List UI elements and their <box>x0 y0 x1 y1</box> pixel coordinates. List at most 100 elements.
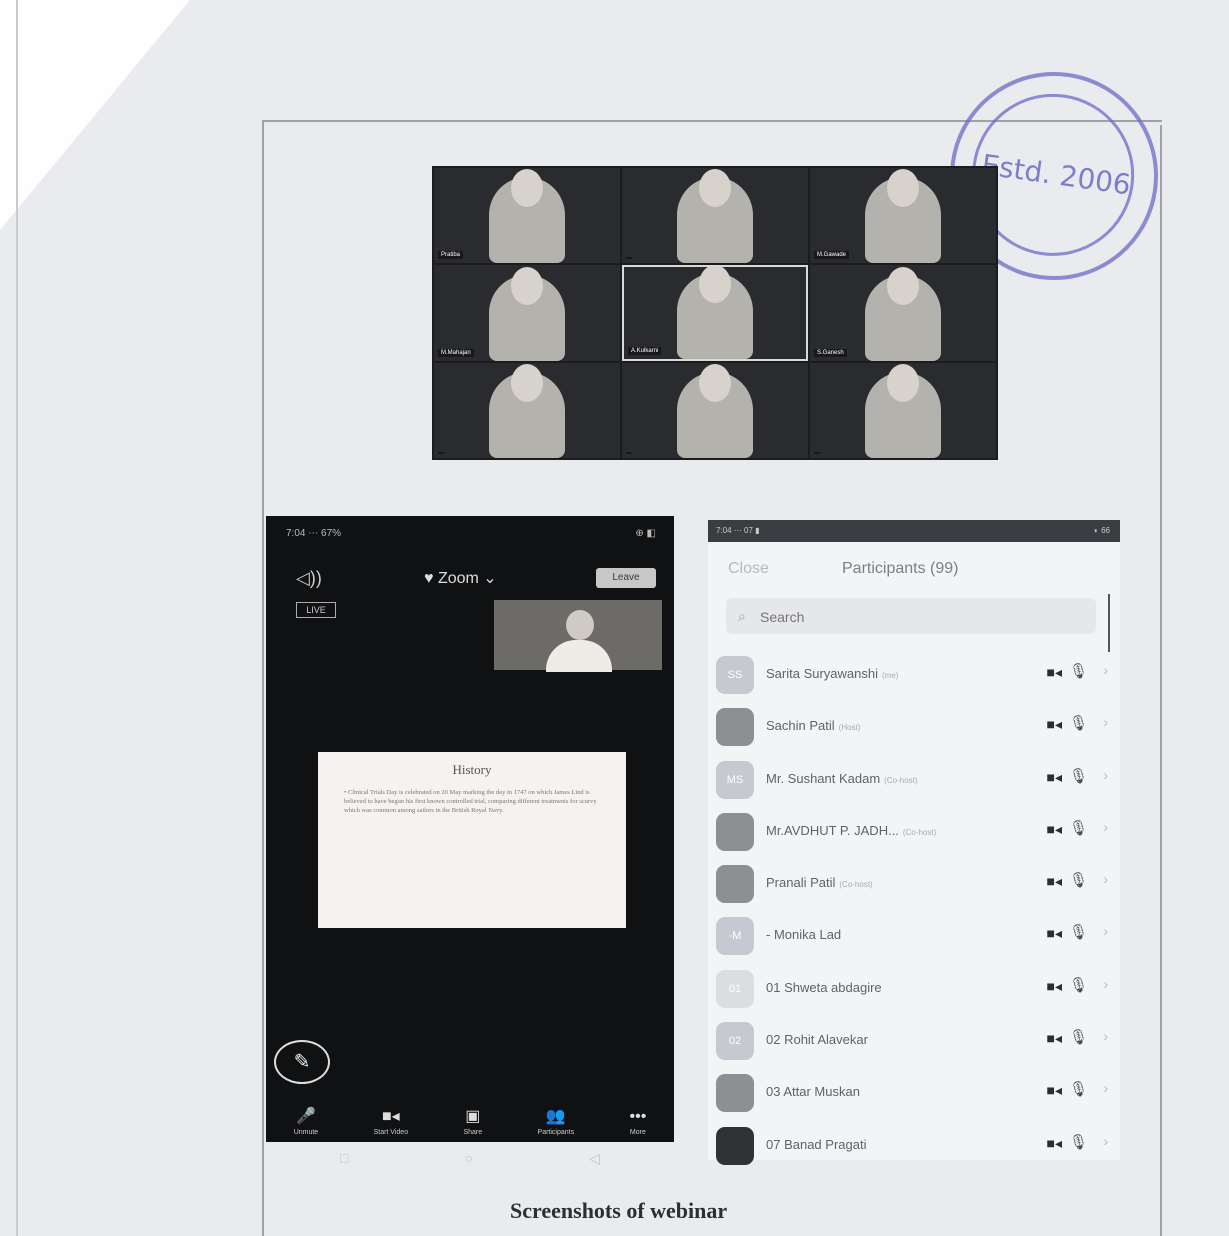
chevron-right-icon: › <box>1103 1132 1108 1149</box>
share-icon: ▣ <box>465 1108 481 1125</box>
avatar: 02 <box>716 1022 754 1061</box>
search-box[interactable]: ⌕ <box>726 598 1096 634</box>
video-tile-active: A.Kulkarni <box>622 265 808 361</box>
participant-row[interactable]: 07 Banad Pragati ■◂ 🎙 › <box>708 1119 1120 1171</box>
mic-muted-icon: 🎤 <box>295 1108 316 1125</box>
chevron-right-icon: › <box>1103 662 1108 678</box>
video-tile: S.Ganesh <box>810 265 996 361</box>
video-tile: M.Mahajan <box>434 265 620 361</box>
close-button[interactable]: Close <box>728 560 769 578</box>
mic-muted-icon: 🎙 <box>1068 819 1088 837</box>
photo-glare <box>0 0 190 230</box>
participant-row[interactable]: 03 Attar Muskan ■◂ 🎙 › <box>708 1066 1120 1118</box>
participant-name: Pranali Patil (Co-host) <box>766 875 873 890</box>
participant-name-text: Pranali Patil <box>766 875 836 891</box>
tile-name <box>438 452 444 454</box>
chevron-right-icon: › <box>1103 1028 1108 1045</box>
back-icon[interactable]: ◁ <box>589 1150 600 1170</box>
video-tile <box>434 362 620 458</box>
avatar <box>716 865 754 904</box>
avatar <box>716 708 754 747</box>
participant-name: 07 Banad Pragati <box>766 1137 870 1152</box>
toolbar-label: Unmute <box>293 1129 319 1136</box>
participant-row[interactable]: Mr.AVDHUT P. JADH... (Co-host) ■◂ 🎙 › <box>708 805 1120 857</box>
self-video-thumbnail[interactable] <box>494 600 662 672</box>
shared-slide: History • Clinical Trials Day is celebra… <box>318 752 626 928</box>
participant-name: Mr. Sushant Kadam (Co-host) <box>766 771 918 786</box>
tile-name <box>814 452 820 454</box>
participant-role: (Co-host) <box>884 775 918 785</box>
video-off-icon: ■◂ <box>381 1108 400 1125</box>
avatar <box>716 812 754 851</box>
start-video-button[interactable]: ■◂ Start Video <box>373 1108 409 1137</box>
participant-video <box>865 266 941 361</box>
tile-name <box>626 452 632 454</box>
mic-muted-icon: 🎙 <box>1068 872 1088 890</box>
participant-row[interactable]: SS Sarita Suryawanshi (me) ■◂ 🎙 › <box>708 648 1120 700</box>
tile-name: M.Mahajan <box>438 348 474 357</box>
participants-panel: 7:04 ⋯ 07 ▮ ◐ 66 Close Participants (99)… <box>708 520 1120 1165</box>
toolbar-label: Start Video <box>373 1129 409 1136</box>
participant-name-text: Mr.AVDHUT P. JADH... <box>766 822 899 838</box>
participant-row[interactable]: 02 02 Rohit Alavekar ■◂ 🎙 › <box>708 1014 1120 1066</box>
video-tile <box>622 362 808 458</box>
android-nav-bar: □ ○ ◁ <box>340 1150 600 1170</box>
video-off-icon: ■◂ <box>1046 977 1062 994</box>
video-off-icon: ■◂ <box>1046 1082 1062 1099</box>
tile-name <box>626 257 632 260</box>
avatar <box>716 1126 754 1165</box>
speaker-icon[interactable]: ◁)) <box>296 568 322 589</box>
participant-name: 01 Shweta abdagire <box>766 980 886 995</box>
zoom-phone-screen: 7:04 ⋯ 67% ⊕ ◧ ◁)) ♥ Zoom ⌄ Leave LIVE H… <box>266 516 674 1142</box>
participant-row[interactable]: -M - Monika Lad ■◂ 🎙 › <box>708 909 1120 961</box>
avatar <box>716 1074 754 1113</box>
participant-video <box>865 169 941 264</box>
leave-button[interactable]: Leave <box>596 568 656 588</box>
search-input[interactable] <box>758 606 1062 628</box>
chevron-right-icon: › <box>1103 975 1108 992</box>
participant-video <box>677 267 753 359</box>
mic-muted-icon: 🎙 <box>1068 1133 1088 1151</box>
participant-name-text: Mr. Sushant Kadam <box>766 770 881 786</box>
toolbar-label: Share <box>463 1129 483 1136</box>
participant-video <box>677 364 753 458</box>
annotate-pencil-icon[interactable]: ✎ <box>274 1040 330 1084</box>
participant-row[interactable]: Pranali Patil (Co-host) ■◂ 🎙 › <box>708 857 1120 909</box>
participant-row[interactable]: Sachin Patil (Host) ■◂ 🎙 › <box>708 700 1120 752</box>
more-icon: ••• <box>629 1108 647 1125</box>
chevron-right-icon: › <box>1103 714 1108 731</box>
toolbar-label: More <box>629 1129 646 1136</box>
participants-list: SS Sarita Suryawanshi (me) ■◂ 🎙 › Sachin … <box>708 648 1120 1171</box>
participant-name-text: 07 Banad Pragati <box>766 1136 867 1152</box>
participant-name: 02 Rohit Alavekar <box>766 1032 872 1047</box>
video-off-icon: ■◂ <box>1046 820 1062 837</box>
video-person-body <box>546 640 612 672</box>
video-tile <box>622 168 808 264</box>
video-tile: Pratiba <box>434 168 620 264</box>
mic-muted-icon: 🎙 <box>1068 1029 1088 1047</box>
search-icon: ⌕ <box>738 608 746 624</box>
slide-title: History <box>452 762 492 777</box>
participant-video <box>677 169 753 264</box>
avatar: -M <box>716 917 754 956</box>
participants-button[interactable]: 👥 Participants <box>537 1108 575 1137</box>
mic-muted-icon: 🎙 <box>1068 924 1088 942</box>
home-icon[interactable]: ○ <box>465 1150 473 1170</box>
tile-name: A.Kulkarni <box>628 346 662 355</box>
recent-apps-icon[interactable]: □ <box>340 1150 348 1170</box>
share-button[interactable]: ▣ Share <box>463 1108 483 1137</box>
participant-role: (Co-host) <box>902 827 937 837</box>
participant-row[interactable]: MS Mr. Sushant Kadam (Co-host) ■◂ 🎙 › <box>708 753 1120 805</box>
participant-role: (Co-host) <box>839 880 873 890</box>
video-off-icon: ■◂ <box>1046 664 1062 680</box>
participants-icon: 👥 <box>545 1108 566 1125</box>
unmute-button[interactable]: 🎤 Unmute <box>293 1108 319 1137</box>
toolbar-label: Participants <box>537 1129 575 1136</box>
participant-row[interactable]: 01 01 Shweta abdagire ■◂ 🎙 › <box>708 962 1120 1014</box>
video-off-icon: ■◂ <box>1046 768 1062 785</box>
scrollbar[interactable] <box>1108 594 1110 652</box>
participant-video <box>489 266 565 361</box>
meeting-title[interactable]: ♥ Zoom ⌄ <box>424 568 497 588</box>
more-button[interactable]: ••• More <box>629 1108 647 1137</box>
slide-body: • Clinical Trials Day is celebrated on 2… <box>344 789 597 814</box>
